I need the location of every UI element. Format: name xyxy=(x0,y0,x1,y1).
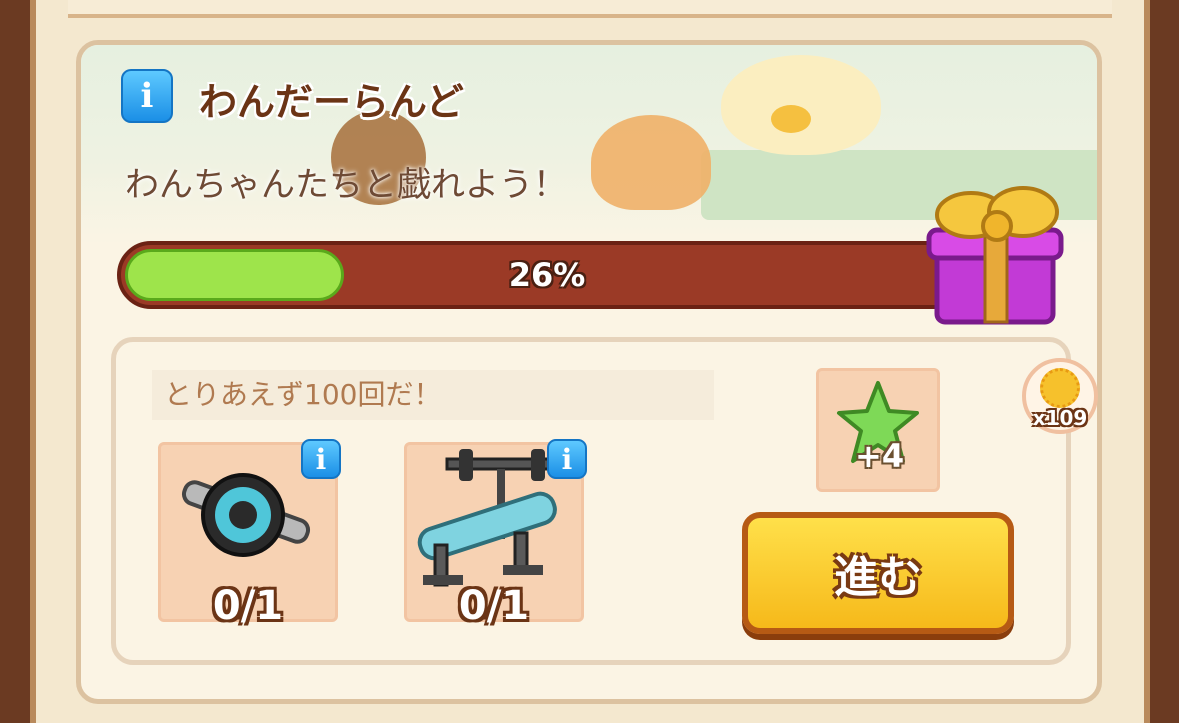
go-button-label: 進む xyxy=(834,552,922,603)
mission-box: とりあえず100回だ！ 0/1 i 0/1 i +4 進む xyxy=(111,337,1071,665)
reward-card[interactable]: +4 xyxy=(816,368,940,492)
item-count: 0/1 xyxy=(458,583,530,629)
currency-badge[interactable]: x109 xyxy=(1022,358,1098,434)
go-button[interactable]: 進む xyxy=(742,512,1014,634)
progress-bar: 26% xyxy=(117,241,977,309)
sun-coin-icon xyxy=(1040,368,1080,408)
event-panel: i わんだーらんど わんちゃんたちと戯れよう！ 26% とりあえず100回だ！ … xyxy=(76,40,1102,704)
reward-amount: +4 xyxy=(855,437,905,475)
orange-dog-illustration xyxy=(591,115,711,210)
currency-count: x109 xyxy=(1032,406,1088,430)
gift-box-icon[interactable] xyxy=(919,180,1069,330)
yellow-bird-illustration xyxy=(721,55,881,155)
item-info-icon[interactable]: i xyxy=(547,439,587,479)
mission-text: とりあえず100回だ！ xyxy=(152,370,714,420)
mission-item-card[interactable]: 0/1 i xyxy=(158,439,341,629)
progress-label: 26% xyxy=(508,256,586,294)
top-strip xyxy=(68,0,1112,18)
item-count: 0/1 xyxy=(212,583,284,629)
info-icon[interactable]: i xyxy=(121,69,173,123)
event-subtitle: わんちゃんたちと戯れよう！ xyxy=(125,165,567,205)
event-title: わんだーらんど xyxy=(199,80,464,124)
bird-beak-illustration xyxy=(771,105,811,133)
item-info-icon[interactable]: i xyxy=(301,439,341,479)
mission-item-card[interactable]: 0/1 i xyxy=(404,439,587,629)
